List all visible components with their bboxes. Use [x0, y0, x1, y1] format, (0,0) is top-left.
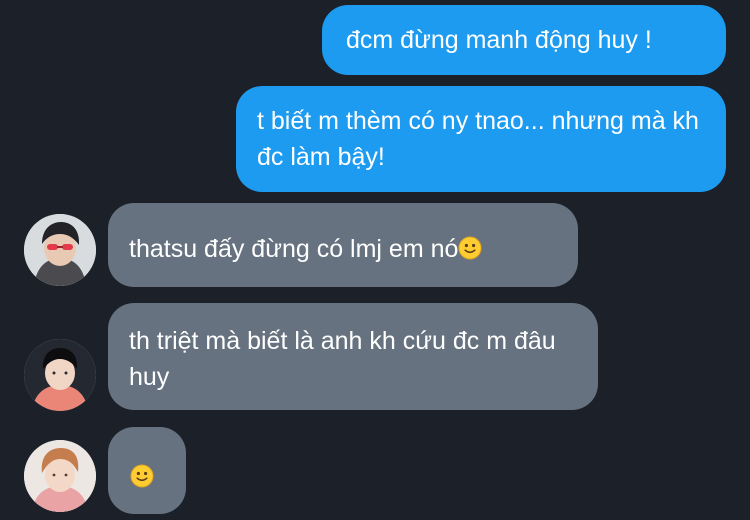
avatar-icon[interactable]	[24, 214, 96, 286]
chat-thread: đcm đừng manh động huy ! t biết m thèm c…	[0, 0, 750, 520]
incoming-message-bubble[interactable]: thatsu đấy đừng có lmj em nó	[108, 203, 578, 287]
message-text: th triệt mà biết là anh kh cứu đc m đâu …	[129, 327, 556, 391]
avatar-icon[interactable]	[24, 440, 96, 512]
message-text: thatsu đấy đừng có lmj em nó	[129, 235, 459, 263]
outgoing-message-bubble[interactable]: đcm đừng manh động huy !	[322, 5, 726, 75]
incoming-message-bubble[interactable]: th triệt mà biết là anh kh cứu đc m đâu …	[108, 303, 598, 410]
incoming-message-bubble[interactable]	[108, 427, 186, 514]
outgoing-message-bubble[interactable]: t biết m thèm có ny tnao... nhưng mà kh …	[236, 86, 726, 192]
slightly-smiling-face-icon	[130, 462, 154, 498]
slightly-smiling-face-icon	[458, 234, 482, 270]
message-text: t biết m thèm có ny tnao... nhưng mà kh …	[257, 107, 699, 171]
message-text: đcm đừng manh động huy !	[346, 26, 652, 54]
avatar-icon[interactable]	[24, 339, 96, 411]
